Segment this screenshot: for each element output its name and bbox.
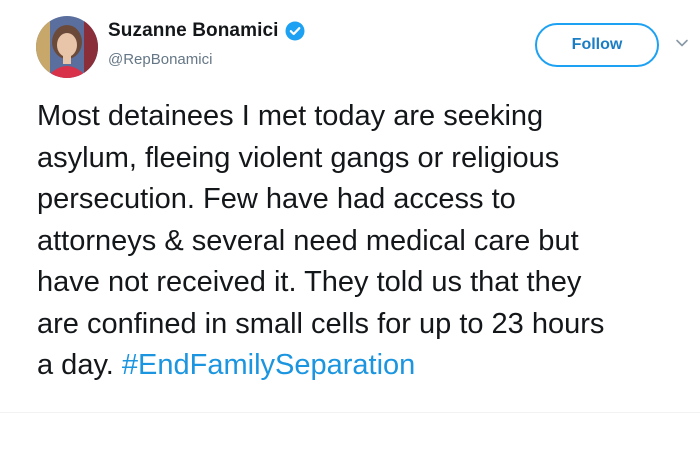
author-display-name[interactable]: Suzanne Bonamici	[108, 20, 279, 42]
tweet-body: Most detainees I met today are seeking a…	[37, 100, 605, 381]
avatar-photo-icon	[36, 16, 98, 78]
avatar[interactable]	[36, 16, 98, 78]
tweet-text: Most detainees I met today are seeking a…	[37, 96, 677, 387]
follow-button[interactable]: Follow	[535, 23, 659, 67]
verified-badge-icon	[285, 21, 305, 41]
author-name-row: Suzanne Bonamici	[108, 20, 305, 42]
chevron-down-icon[interactable]	[675, 36, 689, 50]
author-handle[interactable]: @RepBonamici	[108, 51, 212, 68]
hashtag-link[interactable]: #EndFamilySeparation	[122, 349, 415, 381]
tweet-card: Suzanne Bonamici @RepBonamici Follow Mos…	[0, 0, 700, 450]
divider	[0, 412, 700, 413]
